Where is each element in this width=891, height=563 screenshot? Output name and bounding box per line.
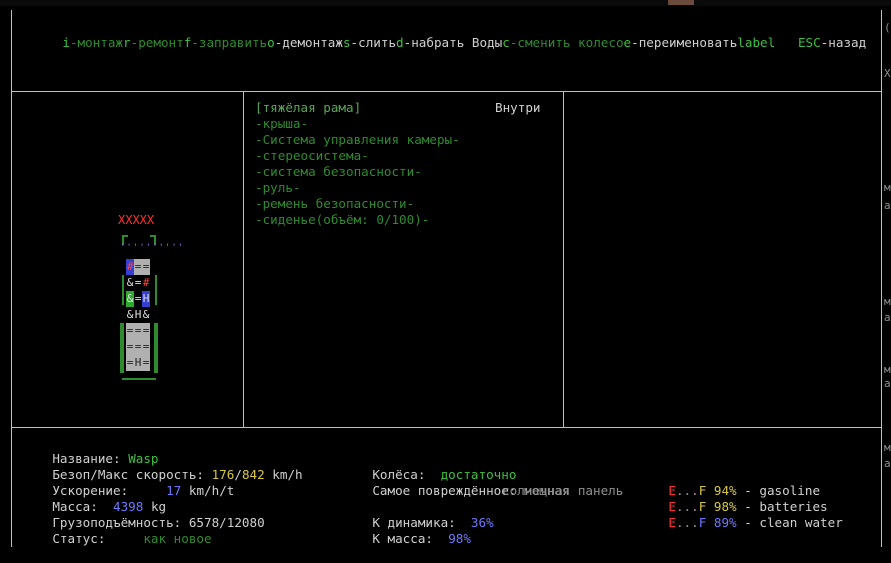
part-cell[interactable]: = [142,259,150,275]
window-top-strip [0,0,891,6]
part-cell[interactable]: H [134,307,142,323]
fuel-row-clean-water: E...F 89% - clean water [638,499,843,547]
window-top-accent [668,0,694,5]
fuel-percent: 89% [713,515,737,530]
part-cell[interactable]: H [142,291,150,307]
k-mass-label: К масса: [372,531,434,546]
part-cell[interactable]: = [134,339,142,355]
part-cell[interactable]: & [126,307,134,323]
part-cell[interactable]: # [126,259,134,275]
part-item[interactable]: -руль- [255,180,301,196]
hotkey-key-fill-water[interactable]: d [396,35,404,50]
hotkey-key-repair[interactable]: r [123,35,131,50]
k-mass-value: 98% [448,531,471,546]
hotkey-label-back[interactable]: -назад [821,35,867,50]
part-cell[interactable]: & [142,307,150,323]
hotkey-label-siphon[interactable]: -слить [351,35,397,50]
edge-glyph: м [884,181,891,194]
edge-glyph: а [884,377,891,390]
accel-value: 17 [166,483,182,498]
part-cell[interactable]: = [126,323,134,339]
part-cell[interactable]: = [142,323,150,339]
hotkey-label-rename[interactable]: -переименовать [631,35,737,50]
part-cell[interactable]: = [134,275,142,291]
part-cell[interactable]: = [134,291,142,307]
status-row: Статус: как новое [22,515,212,563]
part-cell[interactable]: = [134,323,142,339]
edge-glyph: м [884,295,891,308]
side-bar-left-lower [120,323,124,373]
parts-panel-location: Внутри [495,100,541,115]
hotkey-key-siphon[interactable]: s [343,35,351,50]
part-cell[interactable]: # [142,275,150,291]
part-cell[interactable]: H [134,355,142,371]
part-cell[interactable]: & [126,275,134,291]
accel-unit: km/h/t [188,483,235,498]
hotkey-label-install[interactable]: -монтаж [70,35,123,50]
side-bar-right-upper [155,275,157,305]
side-bar-left-upper [122,275,124,305]
parts-list-panel: [тяжёлая рама] Внутри -крыша- -Система у… [243,91,564,428]
fuel-dots: ... [675,515,699,530]
edge-glyph: м [884,441,891,454]
edge-glyph: а [884,199,891,212]
edge-glyph: X [884,67,891,80]
hotkey-key-rename[interactable]: e [624,35,632,50]
part-item[interactable]: -ремень безопасности- [255,196,414,212]
vehicle-header-marks: XXXXX [118,213,155,227]
part-item[interactable]: -стереосистема- [255,148,369,164]
hotkey-label-remove[interactable]: -демонтаж [275,35,343,50]
description-panel [563,91,882,428]
hotkey-key-change-wheel[interactable]: c [502,35,510,50]
hotkey-key-install[interactable]: i [62,35,70,50]
edge-glyph: а [884,457,891,470]
k-mass-row: К масса: 98% [342,515,471,563]
part-cell[interactable]: = [142,339,150,355]
hotkey-label-label[interactable]: label [737,35,775,50]
hotkey-label-refill[interactable]: -заправить [191,35,267,50]
hotkey-key-remove[interactable]: o [267,35,275,50]
speed-max-value: 842 [241,467,265,482]
hotkey-label-change-wheel[interactable]: -сменить колесо [510,35,624,50]
part-cell[interactable]: = [134,259,142,275]
edge-glyph: ( [884,21,891,34]
part-cell[interactable]: = [126,339,134,355]
hotkey-label-repair[interactable]: -ремонт [131,35,184,50]
damaged-label: Самое повреждённое: [372,483,517,498]
part-item[interactable]: -Система управления камеры- [255,132,460,148]
vehicle-map-panel: XXXXX '''''''''' # = = & = # & = H & H &… [11,91,244,428]
status-value: как новое [143,531,212,546]
speed-separator: / [234,467,242,482]
part-item[interactable]: -сиденье(объём: 0/100)- [255,212,429,228]
part-item[interactable]: -крыша- [255,116,308,132]
hotkey-row: i-монтажr-ремонтf-заправитьo-демонтажs-с… [32,19,866,67]
part-item[interactable]: -система безопасности- [255,164,422,180]
hotkey-label-fill-water[interactable]: -набрать Воды [404,35,503,50]
fuel-full-mark: F [698,515,707,530]
hotkey-key-back[interactable]: ESC [798,35,821,50]
k-dyn-value: 36% [470,515,494,530]
fuel-name: - clean water [744,515,843,530]
status-label: Статус: [52,531,106,546]
vehicle-stats-panel: Название: Wasp Безоп/Макс скорость: 176/… [11,427,882,547]
frame-dotted-row: '''''''''' [120,243,185,253]
edge-glyph: а [884,311,891,324]
part-cell[interactable]: = [126,355,134,371]
side-bar-right-lower [154,323,158,373]
frame-bottom [122,378,156,380]
part-cell[interactable]: = [142,355,150,371]
hotkey-panel: i-монтажr-ремонтf-заправитьo-демонтажs-с… [11,10,882,92]
part-cell[interactable]: & [126,291,134,307]
speed-unit: km/h [272,467,303,482]
fuel-empty-mark: E [668,515,676,530]
parts-panel-title: [тяжёлая рама] [255,100,362,115]
damaged-value-2: солнечная панель [502,483,624,498]
